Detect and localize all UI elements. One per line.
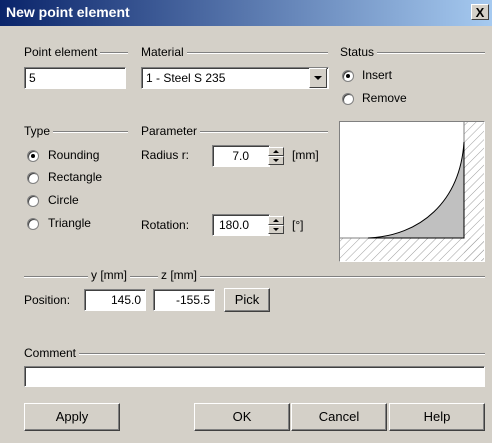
rotation-label: Rotation: — [141, 218, 190, 232]
radio-selected-dot — [31, 154, 35, 158]
status-remove-radio[interactable] — [342, 93, 354, 105]
ok-button[interactable]: OK — [194, 403, 290, 431]
radius-unit: [mm] — [292, 148, 319, 162]
material-group: Material — [141, 45, 328, 59]
type-rounding-radio[interactable] — [27, 150, 39, 162]
close-button[interactable]: X — [471, 4, 489, 20]
radius-label: Radius r: — [141, 148, 190, 162]
radio-selected-dot — [346, 74, 350, 78]
radius-input[interactable]: 7.0 — [212, 145, 270, 167]
type-group: Type — [24, 124, 128, 138]
comment-group: Comment — [24, 346, 485, 360]
status-label: Status — [340, 45, 378, 59]
help-button[interactable]: Help — [389, 403, 485, 431]
chevron-down-icon — [314, 76, 322, 80]
point-element-label: Point element — [24, 45, 101, 59]
parameter-group: Parameter — [141, 124, 328, 138]
status-insert-label[interactable]: Insert — [362, 68, 392, 82]
hatched-wall-bottom — [340, 238, 484, 261]
status-insert-radio[interactable] — [342, 70, 354, 82]
material-select[interactable]: 1 - Steel S 235 — [141, 67, 329, 89]
type-circle-label[interactable]: Circle — [48, 193, 79, 207]
status-group: Status — [340, 45, 485, 59]
point-element-input[interactable]: 5 — [24, 67, 126, 89]
material-dropdown-button[interactable] — [309, 68, 327, 88]
arrow-down-icon — [273, 159, 279, 162]
rotation-unit: [°] — [292, 218, 304, 232]
window-title: New point element — [6, 4, 130, 20]
apply-button[interactable]: Apply — [24, 403, 120, 431]
type-triangle-radio[interactable] — [27, 218, 39, 230]
title-bar[interactable]: New point element X — [0, 0, 492, 26]
type-rounding-label[interactable]: Rounding — [48, 148, 99, 162]
rotation-input[interactable]: 180.0 — [212, 214, 270, 236]
radius-spin-down[interactable] — [268, 156, 284, 165]
type-triangle-label[interactable]: Triangle — [48, 216, 91, 230]
parameter-label: Parameter — [141, 124, 201, 138]
position-label: Position: — [24, 293, 71, 307]
type-label: Type — [24, 124, 54, 138]
type-rectangle-label[interactable]: Rectangle — [48, 170, 102, 184]
rounding-fill-shape — [367, 141, 465, 239]
type-rectangle-radio[interactable] — [27, 172, 39, 184]
z-position-input[interactable]: -155.5 — [153, 289, 215, 311]
y-column-label: y [mm] — [88, 268, 130, 282]
radius-spin-up[interactable] — [268, 147, 284, 156]
rounding-shape-diagram — [340, 122, 484, 261]
comment-label: Comment — [24, 346, 80, 360]
status-remove-label[interactable]: Remove — [362, 91, 407, 105]
material-label: Material — [141, 45, 187, 59]
rotation-spin-down[interactable] — [268, 225, 284, 234]
dialog-window: New point element X Point element 5 Mate… — [0, 0, 492, 443]
point-element-group: Point element — [24, 45, 128, 59]
z-column-label: z [mm] — [158, 268, 200, 282]
shape-preview — [339, 121, 485, 262]
y-position-input[interactable]: 145.0 — [84, 289, 146, 311]
rotation-spin-up[interactable] — [268, 216, 284, 225]
arrow-up-icon — [273, 219, 279, 222]
material-selected-value: 1 - Steel S 235 — [146, 71, 226, 85]
type-circle-radio[interactable] — [27, 195, 39, 207]
arrow-up-icon — [273, 150, 279, 153]
cancel-button[interactable]: Cancel — [291, 403, 387, 431]
arrow-down-icon — [273, 228, 279, 231]
group-line — [24, 353, 485, 355]
comment-input[interactable] — [24, 366, 485, 387]
pick-button[interactable]: Pick — [224, 288, 270, 312]
